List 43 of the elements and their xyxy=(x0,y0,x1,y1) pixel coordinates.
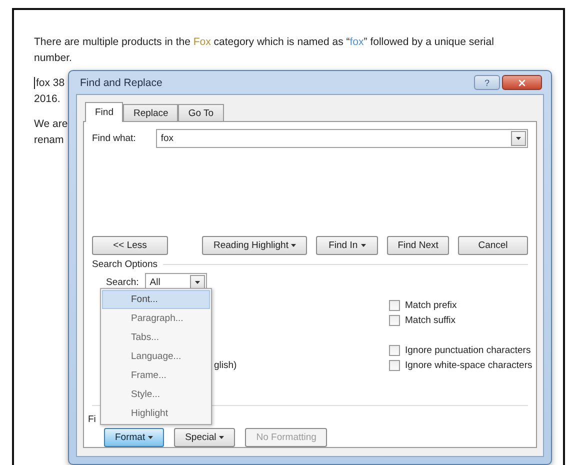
caret-icon xyxy=(516,137,521,140)
checkbox[interactable] xyxy=(389,345,400,356)
option-label: Ignore white-space characters xyxy=(405,360,532,371)
tab[interactable]: Go To xyxy=(178,104,224,121)
option-label: Match prefix xyxy=(405,300,457,311)
tab[interactable]: Find xyxy=(85,102,124,122)
close-button[interactable] xyxy=(502,75,542,90)
menu-item[interactable]: Tabs... xyxy=(102,328,210,347)
text-line: fox 38 xyxy=(34,76,65,91)
dialog-button[interactable]: Special xyxy=(174,428,236,447)
dialog-button[interactable]: Format xyxy=(104,428,164,447)
menu-item[interactable]: Highlight xyxy=(102,404,210,423)
text-line: 2016. xyxy=(34,92,60,107)
checkbox[interactable] xyxy=(389,300,400,311)
help-button[interactable]: ? xyxy=(474,75,500,90)
option-label: glish) xyxy=(214,360,237,371)
dialog-button[interactable]: Cancel xyxy=(458,236,528,255)
option-label: Ignore punctuation characters xyxy=(405,345,531,356)
dialog-button[interactable]: Reading Highlight xyxy=(202,236,308,255)
text-line: renam xyxy=(34,133,64,148)
paragraph: There are multiple products in the Fox category which is named as “fox” followed by a unique serial number. xyxy=(34,35,495,66)
search-label: Search: xyxy=(106,276,139,288)
group-label: Fi xyxy=(88,414,96,425)
group-label: Search Options xyxy=(92,259,158,270)
dialog-button[interactable]: << Less xyxy=(92,236,168,255)
checkbox[interactable] xyxy=(389,360,400,371)
dropdown-button[interactable] xyxy=(511,131,526,146)
menu-item[interactable]: Paragraph... xyxy=(102,309,210,328)
text-line: We are xyxy=(34,117,68,132)
option-label: Match suffix xyxy=(405,315,456,326)
dialog-button[interactable]: Find Next xyxy=(386,236,450,255)
caret-icon xyxy=(194,280,200,284)
find-what-label: Find what: xyxy=(92,133,136,144)
dialog-button[interactable]: Find In xyxy=(316,236,378,255)
checkbox[interactable] xyxy=(389,315,400,326)
menu-item[interactable]: Style... xyxy=(102,385,210,404)
tab[interactable]: Replace xyxy=(123,104,178,121)
close-icon xyxy=(517,78,527,88)
menu-item[interactable]: Frame... xyxy=(102,366,210,385)
find-what-field[interactable]: fox xyxy=(156,129,528,148)
menu-item[interactable]: Language... xyxy=(102,347,210,366)
menu-item[interactable]: Font... xyxy=(102,290,210,309)
dialog-title: Find and Replace xyxy=(80,76,162,88)
